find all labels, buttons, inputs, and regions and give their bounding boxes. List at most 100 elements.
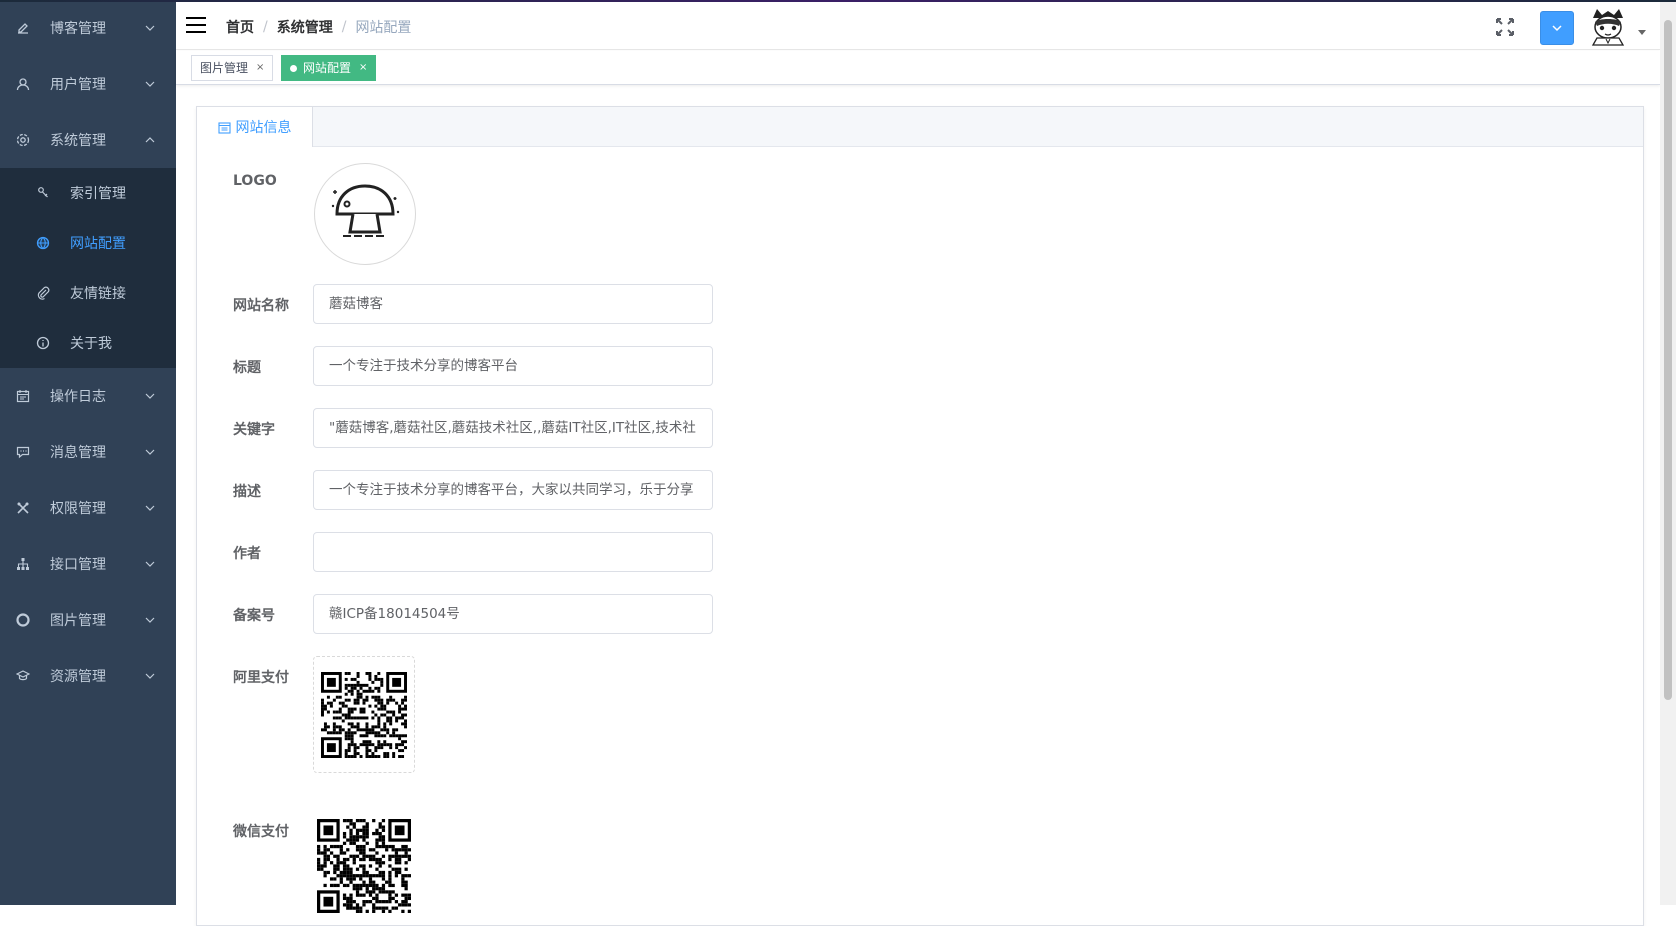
sidebar-item-resources[interactable]: 资源管理	[0, 648, 176, 704]
chevron-down-icon	[145, 81, 155, 87]
title-label: 标题	[233, 360, 261, 376]
qr-code-icon	[321, 671, 407, 758]
title-input[interactable]: 一个专注于技术分享的博客平台	[313, 346, 713, 386]
description-label: 描述	[233, 484, 261, 500]
sidebar-item-label: 接口管理	[50, 557, 106, 573]
tag-label: 图片管理	[200, 61, 249, 75]
calendar-icon	[16, 389, 30, 403]
close-icon[interactable]: ×	[359, 56, 367, 80]
card-tabs: 网站信息	[197, 107, 1643, 147]
sidebar-item-label: 资源管理	[50, 669, 106, 685]
chevron-down-icon	[145, 25, 155, 31]
sidebar-item-logs[interactable]: 操作日志	[0, 368, 176, 424]
tag-label: 网站配置	[303, 61, 352, 75]
chevron-down-icon	[145, 449, 155, 455]
sidebar-item-permissions[interactable]: 权限管理	[0, 480, 176, 536]
chevron-down-icon	[145, 505, 155, 511]
sidebar-item-label: 图片管理	[50, 613, 106, 629]
alipay-label: 阿里支付	[233, 670, 289, 686]
record-label: 备案号	[233, 608, 275, 624]
sidebar-item-images[interactable]: 图片管理	[0, 592, 176, 648]
scrollbar[interactable]	[1660, 0, 1676, 905]
sidebar-item-label: 友情链接	[70, 286, 126, 302]
sidebar-item-label: 关于我	[70, 336, 112, 352]
sidebar-item-label: 用户管理	[50, 77, 106, 93]
index-icon	[36, 186, 50, 200]
sidebar-item-friend-links[interactable]: 友情链接	[0, 268, 176, 318]
paperclip-icon	[36, 286, 50, 300]
gear-icon	[16, 133, 30, 147]
sidebar-item-site-config[interactable]: 网站配置	[0, 218, 176, 268]
graduation-cap-icon	[16, 669, 30, 683]
edit-icon	[16, 21, 30, 35]
breadcrumb-current: 网站配置	[355, 20, 412, 36]
chevron-down-icon	[145, 393, 155, 399]
tag-site-config[interactable]: 网站配置 ×	[281, 55, 377, 81]
globe-icon	[36, 236, 50, 250]
system-submenu: 索引管理 网站配置 友情链接 关于我	[0, 168, 176, 368]
logo-label: LOGO	[233, 173, 277, 189]
scrollbar-thumb[interactable]	[1664, 20, 1672, 700]
breadcrumb: 首页 / 系统管理 / 网站配置	[226, 17, 411, 37]
active-dot	[290, 64, 297, 72]
sidebar-item-api[interactable]: 接口管理	[0, 536, 176, 592]
top-accent-line	[0, 0, 1676, 2]
chevron-down-icon	[145, 561, 155, 567]
navbar: 首页 / 系统管理 / 网站配置	[176, 2, 1660, 50]
sidebar-item-label: 索引管理	[70, 186, 126, 202]
wechat-qr-uploader[interactable]	[313, 807, 415, 924]
wechat-label: 微信支付	[233, 824, 289, 840]
sidebar-item-label: 博客管理	[50, 21, 106, 37]
site-info-card: 网站信息 LOGO 网站名称 蘑菇博客 标题 一个专注于技术分享的博客平台 关键…	[196, 106, 1644, 926]
dropdown-button[interactable]	[1540, 11, 1574, 45]
sidebar-item-label: 操作日志	[50, 389, 106, 405]
keywords-input[interactable]: "蘑菇博客,蘑菇社区,蘑菇技术社区,,蘑菇IT社区,IT社区,技术社	[313, 408, 713, 448]
site-name-label: 网站名称	[233, 298, 289, 314]
tab-label: 网站信息	[235, 120, 292, 136]
caret-down-icon[interactable]	[1638, 30, 1646, 35]
calendar-icon	[217, 121, 231, 134]
mushroom-logo-icon	[331, 184, 400, 237]
lifebuoy-icon	[16, 613, 30, 627]
tags-view: 图片管理 × 网站配置 ×	[176, 51, 1660, 85]
avatar[interactable]	[1587, 8, 1629, 46]
chevron-down-icon	[145, 673, 155, 679]
author-label: 作者	[233, 546, 261, 562]
message-icon	[16, 445, 30, 459]
tools-icon	[16, 501, 30, 515]
tab-site-info[interactable]: 网站信息	[197, 107, 313, 147]
sidebar-item-blog[interactable]: 博客管理	[0, 0, 176, 56]
breadcrumb-system[interactable]: 系统管理	[277, 17, 333, 37]
sidebar-item-label: 网站配置	[70, 236, 126, 252]
info-icon	[36, 336, 50, 350]
sidebar-item-label: 消息管理	[50, 445, 106, 461]
chevron-up-icon	[145, 137, 155, 143]
breadcrumb-separator: /	[341, 19, 347, 35]
sidebar-item-system[interactable]: 系统管理	[0, 112, 176, 168]
hamburger-icon[interactable]	[186, 16, 206, 34]
chevron-down-icon	[145, 617, 155, 623]
sidebar-item-messages[interactable]: 消息管理	[0, 424, 176, 480]
sidebar-item-label: 权限管理	[50, 501, 106, 517]
sidebar-item-label: 系统管理	[50, 133, 106, 149]
tag-image-management[interactable]: 图片管理 ×	[191, 55, 274, 81]
site-name-input[interactable]: 蘑菇博客	[313, 284, 713, 324]
sitemap-icon	[16, 557, 30, 571]
close-icon[interactable]: ×	[256, 56, 264, 80]
sidebar-item-about[interactable]: 关于我	[0, 318, 176, 368]
sidebar-item-index[interactable]: 索引管理	[0, 168, 176, 218]
user-icon	[16, 77, 30, 91]
breadcrumb-home[interactable]: 首页	[226, 17, 254, 37]
description-input[interactable]: 一个专注于技术分享的博客平台，大家以共同学习，乐于分享	[313, 470, 713, 510]
chevron-down-icon	[1552, 25, 1562, 32]
breadcrumb-separator: /	[263, 19, 268, 35]
logo-uploader[interactable]	[314, 163, 416, 265]
qr-code-icon	[317, 818, 411, 913]
author-input[interactable]	[313, 532, 713, 572]
sidebar: 博客管理 用户管理 系统管理 索引管理 网站配置 友情链接 关于我 操作日志 消…	[0, 0, 176, 905]
keywords-label: 关键字	[233, 422, 275, 438]
sidebar-item-users[interactable]: 用户管理	[0, 56, 176, 112]
record-input[interactable]: 赣ICP备18014504号	[313, 594, 713, 634]
alipay-qr-uploader[interactable]	[313, 656, 415, 773]
fullscreen-icon[interactable]	[1495, 17, 1515, 37]
